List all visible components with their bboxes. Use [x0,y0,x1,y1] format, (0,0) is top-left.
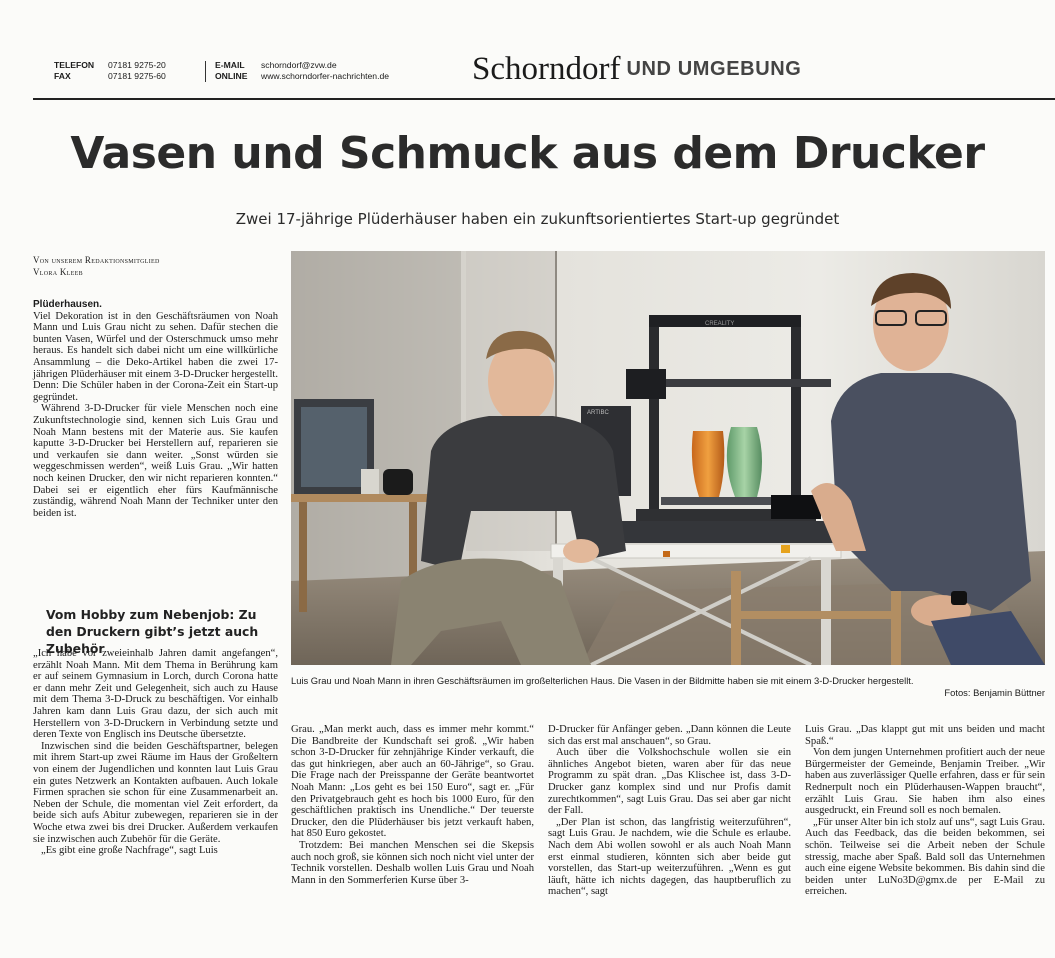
article-subheadline: Zwei 17-jährige Plüderhäuser haben ein z… [235,210,840,228]
contact-phone-fax: TELEFON 07181 9275-20 FAX 07181 9275-60 [54,60,166,82]
contact-email-online: E-MAIL schorndorf@zvw.de ONLINE www.schorn… [215,60,389,82]
photo-credit: Fotos: Benjamin Büttner [944,687,1045,698]
phone-value: 07181 9275-20 [108,60,166,70]
article-column-1: Plüderhausen. Viel Dekoration ist in den… [33,299,278,519]
paragraph: Von dem jungen Unternehmen profitiert au… [805,747,1045,817]
paragraph: Auch über die Volkshochschule wollen sie… [548,747,791,817]
section-subtitle: UND UMGEBUNG [626,58,802,80]
small-printer-brand: ARTIBC [587,410,610,416]
paragraph: Inzwischen sind die beiden Geschäftspart… [33,740,278,845]
paragraph: Viel Dekoration ist in den Geschäftsräum… [33,310,278,403]
phone-label: TELEFON [54,60,95,70]
online-value[interactable]: www.schorndorfer-nachrichten.de [261,71,389,81]
byline: Von unserem Redaktionsmitglied Vlora Kle… [33,254,160,278]
article-headline: Vasen und Schmuck aus dem Drucker [70,128,985,179]
byline-role: Von unserem Redaktionsmitglied [33,255,160,265]
paragraph: Grau. „Man merkt auch, dass es immer meh… [291,724,534,840]
dateline: Plüderhausen. [33,299,102,310]
paragraph: „Ich habe vor zweieinhalb Jahren damit a… [33,648,278,741]
section-title: Schorndorf [472,51,621,87]
paragraph: „Für unser Alter bin ich stolz auf uns“,… [805,816,1045,898]
email-value[interactable]: schorndorf@zvw.de [261,60,337,70]
article-column-1-lower: „Ich habe vor zweieinhalb Jahren damit a… [33,648,278,948]
article-column-4: Luis Grau. „Das klappt gut mit uns beide… [805,724,1045,950]
contact-divider [205,61,206,82]
article-column-2: Grau. „Man merkt auch, dass es immer meh… [291,724,534,950]
byline-author: Vlora Kleeb [33,267,83,277]
email-label: E-MAIL [215,60,245,70]
online-label: ONLINE [215,71,248,81]
paragraph: „Der Plan ist schon, das langfristig wei… [548,816,791,898]
paragraph: D-Drucker für Anfänger geben. „Dann könn… [548,724,791,747]
section-masthead: Schorndorf UND UMGEBUNG [472,51,801,88]
fax-label: FAX [54,71,71,81]
paragraph: Luis Grau. „Das klappt gut mit uns beide… [805,724,1045,747]
printer-brand-label: CREALITY [705,321,734,327]
article-photo: ARTIBC CREALITY [291,251,1045,665]
paragraph: Während 3-D-Drucker für viele Menschen n… [33,403,278,519]
photo-caption: Luis Grau und Noah Mann in ihren Geschäf… [291,675,914,686]
fax-value: 07181 9275-60 [108,71,166,81]
paragraph: „Es gibt eine große Nachfrage“, sagt Lui… [41,845,218,857]
paragraph: Trotzdem: Bei manchen Menschen sei die S… [291,839,534,886]
article-column-3: D-Drucker für Anfänger geben. „Dann könn… [548,724,791,950]
header-rule [33,98,1055,100]
